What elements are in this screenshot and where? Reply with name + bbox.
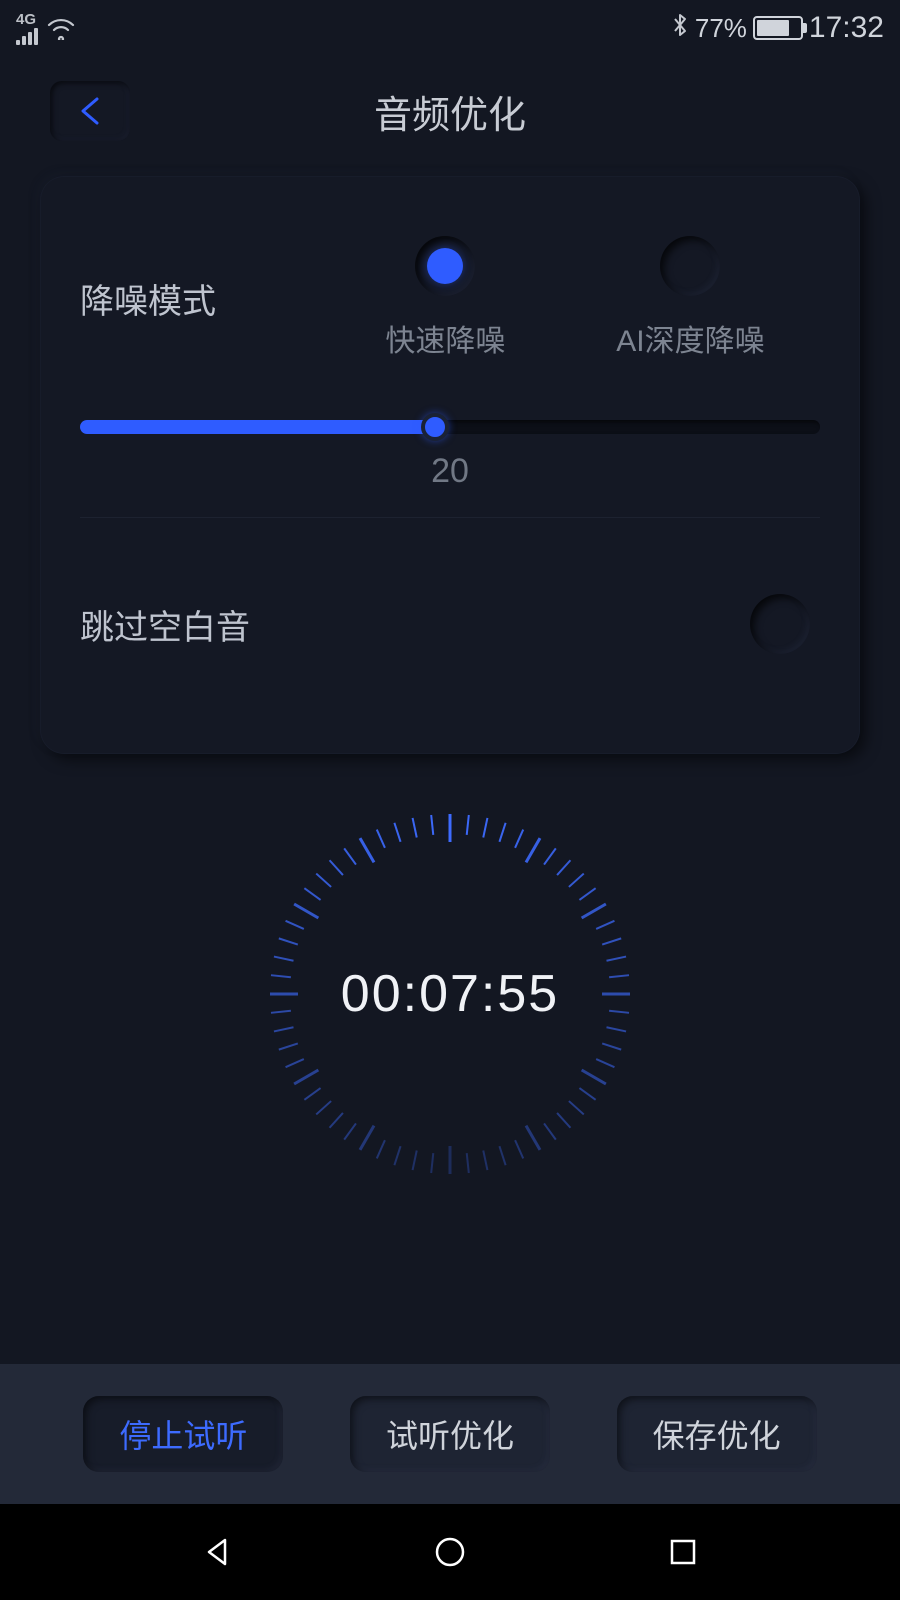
network-indicator: 4G: [16, 12, 38, 45]
noise-mode-options: 快速降噪 AI深度降噪: [330, 236, 820, 360]
nav-back-button[interactable]: [197, 1532, 237, 1572]
header: 音频优化: [0, 56, 900, 166]
stop-preview-button[interactable]: 停止试听: [83, 1396, 283, 1472]
tick-ring-icon: [260, 804, 640, 1184]
nav-recent-button[interactable]: [663, 1532, 703, 1572]
noise-mode-row: 降噪模式 快速降噪 AI深度降噪: [80, 216, 820, 390]
slider-thumb[interactable]: [421, 413, 449, 441]
radio-icon: [660, 236, 720, 296]
noise-mode-label: 降噪模式: [80, 274, 330, 323]
system-nav-bar: [0, 1504, 900, 1600]
slider-track[interactable]: [80, 420, 820, 434]
radio-icon: [415, 236, 475, 296]
noise-slider: 20: [80, 390, 820, 491]
network-type: 4G: [16, 12, 36, 27]
battery-percent: 77%: [695, 13, 747, 44]
radio-ai-deep-noise[interactable]: AI深度降噪: [616, 236, 764, 360]
chevron-left-icon: [77, 96, 103, 126]
divider: [80, 517, 820, 518]
settings-panel: 降噪模式 快速降噪 AI深度降噪 20 跳过空白音: [40, 176, 860, 754]
radio-label: AI深度降噪: [616, 316, 764, 360]
bluetooth-icon: [671, 11, 689, 46]
skip-silence-row: 跳过空白音: [80, 544, 820, 724]
skip-silence-toggle[interactable]: [750, 594, 810, 654]
radio-label: 快速降噪: [385, 316, 505, 360]
back-button[interactable]: [50, 81, 130, 141]
radio-fast-noise[interactable]: 快速降噪: [385, 236, 505, 360]
wifi-icon: [46, 16, 76, 40]
status-right: 77% 17:32: [671, 11, 884, 46]
status-bar: 4G 77% 17:32: [0, 0, 900, 56]
signal-icon: [16, 27, 38, 45]
slider-fill: [80, 420, 435, 434]
timer-circle: 00:07:55: [260, 804, 640, 1184]
clock: 17:32: [809, 11, 884, 45]
nav-home-button[interactable]: [430, 1532, 470, 1572]
slider-value: 20: [431, 452, 469, 491]
preview-optimize-button[interactable]: 试听优化: [350, 1396, 550, 1472]
status-left: 4G: [16, 12, 76, 45]
save-optimize-button[interactable]: 保存优化: [617, 1396, 817, 1472]
bottom-action-bar: 停止试听 试听优化 保存优化: [0, 1364, 900, 1504]
timer-area: 00:07:55: [0, 804, 900, 1184]
skip-silence-label: 跳过空白音: [80, 600, 330, 649]
battery-icon: [753, 16, 803, 40]
page-title: 音频优化: [374, 84, 526, 139]
